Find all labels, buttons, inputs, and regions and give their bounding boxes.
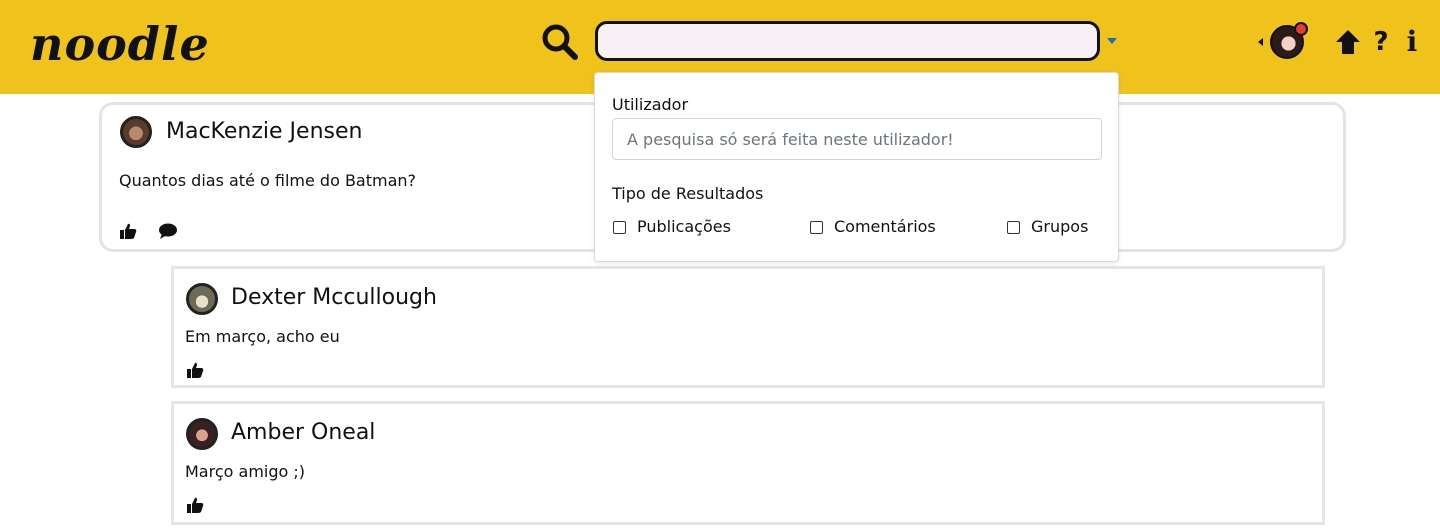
search-icon[interactable] (540, 22, 580, 62)
post-text: Quantos dias até o filme do Batman? (119, 171, 417, 190)
search-filter-dropdown: Utilizador Tipo de Resultados Publicaçõe… (594, 72, 1119, 262)
checkbox-grupos[interactable]: Grupos (1007, 216, 1088, 238)
comment-card: Amber Oneal Março amigo ;) (171, 401, 1325, 525)
checkbox[interactable] (810, 220, 823, 234)
comment-author[interactable]: Amber Oneal (231, 419, 375, 447)
thumbs-up-icon[interactable] (186, 361, 204, 379)
user-filter-input[interactable] (612, 118, 1102, 160)
checkbox-label: Grupos (1031, 217, 1089, 236)
arrow-up-icon[interactable] (1334, 28, 1362, 56)
checkbox-label: Comentários (834, 217, 936, 236)
avatar[interactable] (186, 283, 218, 315)
checkbox[interactable] (613, 220, 626, 234)
checkbox-label: Publicações (637, 217, 731, 236)
checkbox-publicacoes[interactable]: Publicações (613, 216, 731, 238)
post-author[interactable]: MacKenzie Jensen (166, 118, 362, 146)
checkbox-comentarios[interactable]: Comentários (810, 216, 936, 238)
comment-author[interactable]: Dexter Mccullough (231, 284, 437, 312)
help-icon[interactable]: ? (1372, 26, 1390, 58)
info-icon[interactable]: i (1404, 26, 1420, 58)
checkbox[interactable] (1007, 220, 1020, 234)
results-type-label: Tipo de Resultados (612, 184, 764, 203)
chevron-left-icon[interactable] (1258, 38, 1263, 46)
comment-text: Em março, acho eu (185, 327, 340, 346)
avatar[interactable] (186, 418, 218, 450)
user-filter-label: Utilizador (612, 95, 689, 114)
notification-badge (1294, 22, 1308, 36)
chevron-down-icon[interactable] (1107, 38, 1117, 44)
thumbs-up-icon[interactable] (186, 496, 204, 514)
search-input[interactable] (595, 21, 1100, 61)
comment-text: Março amigo ;) (185, 462, 306, 481)
comment-icon[interactable] (158, 222, 178, 240)
thumbs-up-icon[interactable] (119, 222, 137, 240)
comment-card: Dexter Mccullough Em março, acho eu (171, 266, 1325, 388)
avatar[interactable] (120, 116, 152, 148)
logo[interactable]: noodle (30, 14, 210, 74)
